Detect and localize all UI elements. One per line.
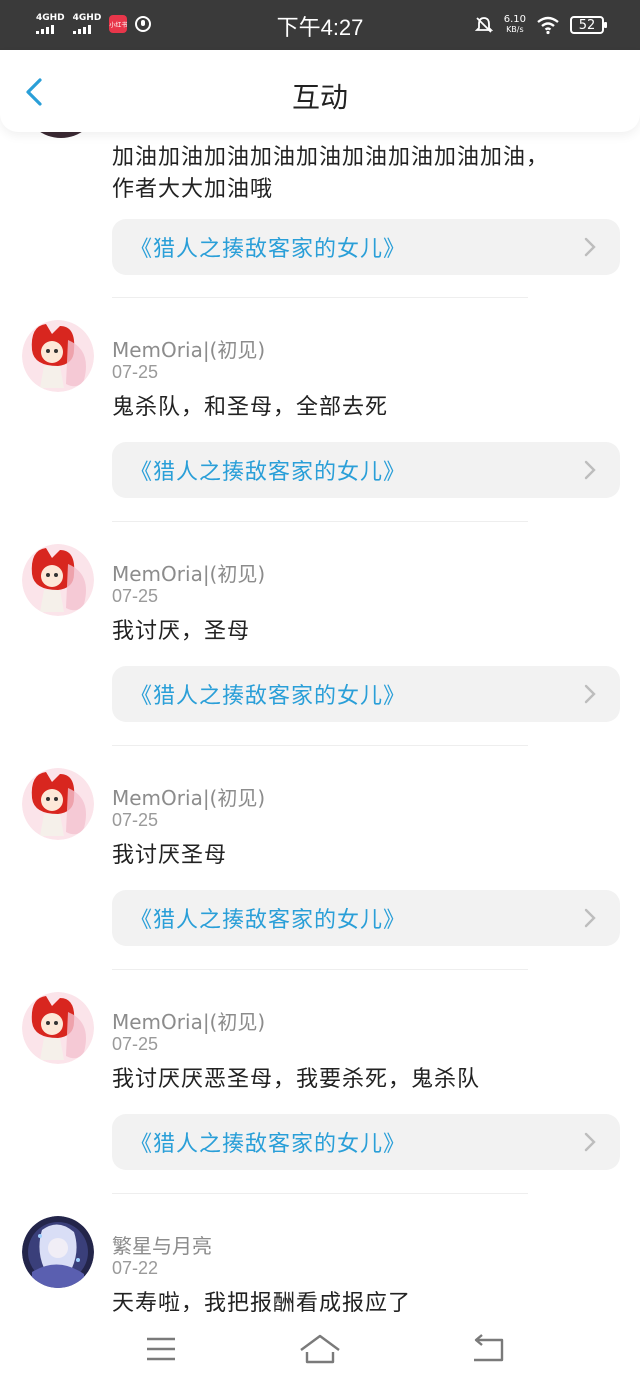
page-title: 互动 <box>291 81 348 114</box>
book-title: 《猎人之揍敌客家的女儿》 <box>130 908 407 933</box>
book-title: 《猎人之揍敌客家的女儿》 <box>130 1132 407 1157</box>
mute-bell-icon <box>474 17 493 33</box>
username[interactable]: 繁星与月亮 <box>112 1230 212 1259</box>
comment-text: 我讨厌厌恶圣母，我要杀死，鬼杀队 <box>112 1067 481 1092</box>
home-button[interactable] <box>298 1332 342 1366</box>
book-link[interactable]: 《猎人之揍敌客家的女儿》 <box>112 1114 620 1170</box>
username[interactable]: MemOria|(初见) <box>112 334 265 363</box>
book-link[interactable]: 《猎人之揍敌客家的女儿》 <box>112 442 620 498</box>
chevron-right-icon <box>584 1132 596 1152</box>
chevron-right-icon <box>584 460 596 480</box>
username[interactable]: MemOria|(初见) <box>112 1006 265 1035</box>
avatar[interactable] <box>22 544 94 616</box>
return-button[interactable] <box>468 1332 508 1366</box>
chevron-right-icon <box>584 684 596 704</box>
chevron-right-icon <box>584 908 596 928</box>
book-title: 《猎人之揍敌客家的女儿》 <box>130 460 407 485</box>
status-bar: 4GHD 4GHD 小红书 下午4:27 6.10 KB/s 52 <box>0 0 640 50</box>
book-title: 《猎人之揍敌客家的女儿》 <box>130 684 407 709</box>
book-link[interactable]: 《猎人之揍敌客家的女儿》 <box>112 666 620 722</box>
comment-date: 07-22 <box>112 1258 159 1278</box>
book-link[interactable]: 《猎人之揍敌客家的女儿》 <box>112 890 620 946</box>
username[interactable]: MemOria|(初见) <box>112 558 265 587</box>
chevron-right-icon <box>584 237 596 257</box>
book-title: 《猎人之揍敌客家的女儿》 <box>130 237 407 262</box>
battery-level: 52 <box>578 17 596 33</box>
book-link[interactable]: 《猎人之揍敌客家的女儿》 <box>112 219 620 275</box>
home-icon <box>300 1334 340 1364</box>
return-icon <box>474 1334 504 1362</box>
comment-text: 鬼杀队，和圣母，全部去死 <box>112 395 389 420</box>
menu-icon <box>147 1337 175 1361</box>
comment-date: 07-25 <box>112 1034 159 1054</box>
divider <box>112 745 528 746</box>
avatar[interactable] <box>26 132 96 138</box>
divider <box>112 969 528 970</box>
divider <box>112 1193 528 1194</box>
divider <box>112 297 528 298</box>
divider <box>112 521 528 522</box>
wifi-icon <box>537 16 559 35</box>
comment-text: 天寿啦，我把报酬看成报应了 <box>112 1291 412 1312</box>
avatar[interactable] <box>22 768 94 840</box>
comment-text: 加油加油加油加油加油加油加油加油加油， 作者大大加油哦 <box>112 145 550 202</box>
username[interactable]: MemOria|(初见) <box>112 782 265 811</box>
avatar[interactable] <box>22 1216 94 1288</box>
battery-icon: 52 <box>570 16 607 34</box>
system-nav-bar <box>0 1312 640 1387</box>
avatar[interactable] <box>22 320 94 392</box>
interaction-feed[interactable]: 加油加油加油加油加油加油加油加油加油， 作者大大加油哦 《猎人之揍敌客家的女儿》… <box>0 132 640 1312</box>
menu-button[interactable] <box>141 1332 181 1366</box>
comment-text: 我讨厌圣母 <box>112 843 228 868</box>
avatar[interactable] <box>22 992 94 1064</box>
header: 互动 <box>0 50 640 132</box>
comment-date: 07-25 <box>112 810 159 830</box>
comment-text: 我讨厌，圣母 <box>112 619 251 644</box>
comment-date: 07-25 <box>112 362 159 382</box>
net-speed: 6.10 KB/s <box>503 14 526 35</box>
comment-date: 07-25 <box>112 586 159 606</box>
